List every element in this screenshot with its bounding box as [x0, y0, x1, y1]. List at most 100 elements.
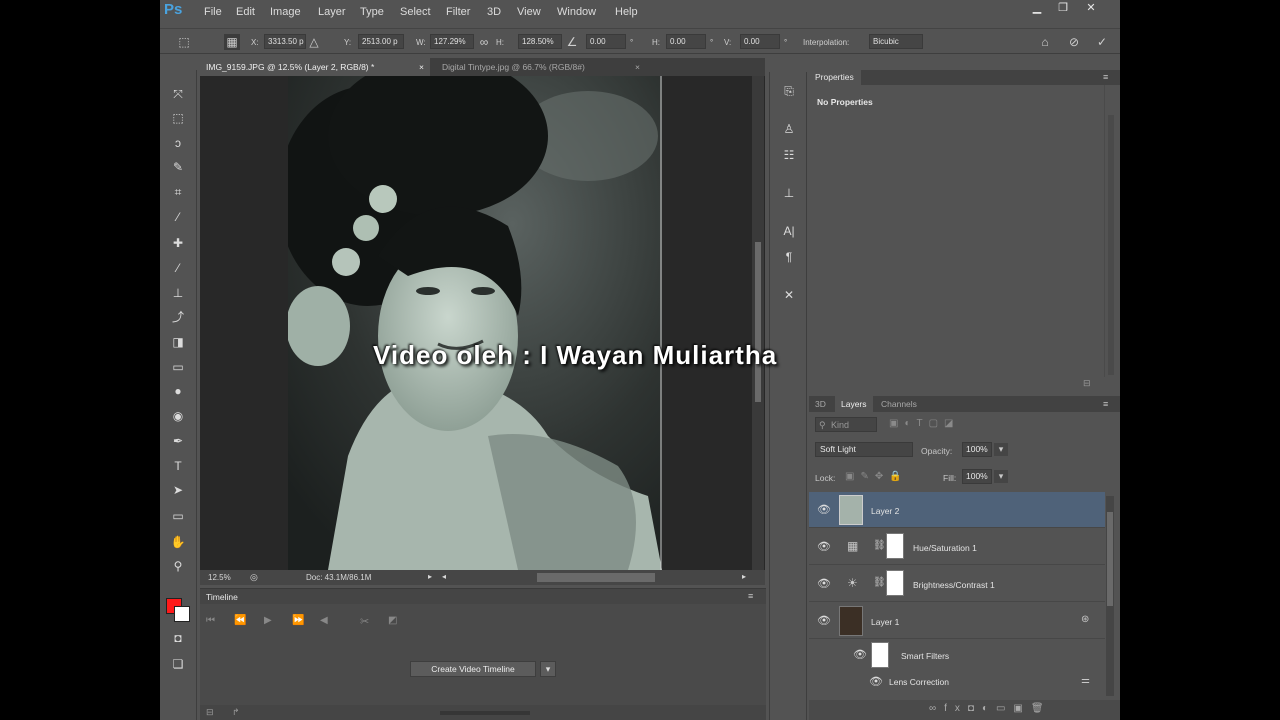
- healing-brush-icon[interactable]: ✚: [168, 233, 188, 253]
- quick-mask-icon[interactable]: ◘: [168, 628, 188, 648]
- smart-filters-row[interactable]: 👁 Smart Filters: [809, 640, 1105, 670]
- blend-mode-select[interactable]: Soft Light: [815, 442, 913, 457]
- scroll-left-icon[interactable]: ◂: [442, 572, 446, 581]
- tab-img-9159[interactable]: IMG_9159.JPG @ 12.5% (Layer 2, RGB/8) * …: [200, 58, 430, 76]
- brush-presets-icon[interactable]: ♙: [780, 120, 798, 138]
- close-window-icon[interactable]: ✕: [1078, 1, 1104, 15]
- panel-menu-icon[interactable]: ≡: [748, 591, 753, 601]
- filter-options-icon[interactable]: ⚌: [1081, 675, 1090, 686]
- background-color-swatch[interactable]: [174, 606, 190, 622]
- render-icon[interactable]: ⊟: [206, 707, 214, 718]
- menu-view[interactable]: View: [517, 6, 541, 18]
- angle-field[interactable]: 0.00: [586, 34, 626, 49]
- adjustments-icon[interactable]: ☷: [780, 146, 798, 164]
- interpolation-select[interactable]: Bicubic: [869, 34, 923, 49]
- tab-layers[interactable]: Layers: [835, 396, 873, 412]
- horizontal-scroll-thumb[interactable]: [537, 573, 655, 582]
- tools-preset-icon[interactable]: ✕: [780, 286, 798, 304]
- clone-stamp-icon[interactable]: ⊥: [168, 283, 188, 303]
- x-field[interactable]: 3313.50 p: [264, 34, 306, 49]
- tab-3d[interactable]: 3D: [809, 396, 832, 412]
- vertical-scroll-thumb[interactable]: [755, 242, 761, 402]
- link-icon[interactable]: ∞: [478, 34, 490, 50]
- timeline-title[interactable]: Timeline: [206, 592, 238, 602]
- scroll-right-icon[interactable]: ▸: [742, 572, 746, 581]
- layer-row-layer-2[interactable]: 👁 Layer 2: [809, 492, 1105, 528]
- menu-edit[interactable]: Edit: [236, 6, 255, 18]
- filter-kind-select[interactable]: ⚲ Kind: [815, 417, 877, 432]
- panel-menu-icon[interactable]: ≡: [1103, 72, 1108, 82]
- visibility-eye-icon[interactable]: 👁: [853, 648, 867, 662]
- cancel-transform-icon[interactable]: ⊘: [1066, 34, 1082, 50]
- chain-link-icon[interactable]: ⛓: [873, 540, 886, 551]
- menu-type[interactable]: Type: [360, 6, 384, 18]
- vskew-field[interactable]: 0.00: [740, 34, 780, 49]
- menu-image[interactable]: Image: [270, 6, 301, 18]
- audio-icon[interactable]: ◀: [320, 615, 328, 626]
- minimize-icon[interactable]: ▁: [1024, 1, 1050, 15]
- step-forward-icon[interactable]: ⏩: [292, 615, 304, 626]
- opacity-field[interactable]: 100%: [962, 442, 992, 457]
- chain-link-icon[interactable]: ⛓: [873, 577, 886, 588]
- visibility-eye-icon[interactable]: 👁: [817, 503, 831, 517]
- smart-filter-mask[interactable]: [871, 642, 889, 668]
- delta-icon[interactable]: △: [308, 34, 320, 50]
- crop-tool-icon[interactable]: ⌗: [168, 182, 188, 202]
- status-arrow-icon[interactable]: ▸: [428, 572, 432, 581]
- opacity-dropdown-icon[interactable]: ▾: [994, 443, 1008, 456]
- pen-tool-icon[interactable]: ✒: [168, 431, 188, 451]
- menu-select[interactable]: Select: [400, 6, 431, 18]
- eraser-tool-icon[interactable]: ◨: [168, 332, 188, 352]
- quick-select-tool-icon[interactable]: ✎: [168, 157, 188, 177]
- visibility-eye-icon[interactable]: 👁: [817, 577, 831, 591]
- hand-tool-icon[interactable]: ✋: [168, 532, 188, 552]
- layer-mask-thumbnail[interactable]: [886, 533, 904, 559]
- screen-mode-icon[interactable]: ❏: [168, 654, 188, 674]
- layer-name[interactable]: Hue/Saturation 1: [913, 543, 977, 553]
- layers-scrollbar[interactable]: [1106, 496, 1114, 696]
- transform-tool-icon[interactable]: ⬚: [176, 34, 192, 50]
- layer-name[interactable]: Smart Filters: [901, 651, 949, 661]
- layer-row-layer-1[interactable]: 👁 Layer 1 ⊛: [809, 603, 1105, 639]
- dodge-tool-icon[interactable]: ◉: [168, 406, 188, 426]
- visibility-eye-icon[interactable]: 👁: [869, 675, 883, 689]
- tab-properties[interactable]: Properties: [809, 70, 861, 85]
- layer-mask-thumbnail[interactable]: [886, 570, 904, 596]
- transition-icon[interactable]: ◩: [388, 615, 397, 626]
- layers-scroll-thumb[interactable]: [1107, 512, 1113, 606]
- menu-3d[interactable]: 3D: [487, 6, 501, 18]
- fill-field[interactable]: 100%: [962, 469, 992, 484]
- close-tab-icon[interactable]: ×: [419, 58, 424, 76]
- canvas-area[interactable]: [200, 76, 765, 570]
- y-field[interactable]: 2513.00 p: [358, 34, 404, 49]
- panel-menu-icon[interactable]: ≡: [1103, 399, 1108, 409]
- marquee-tool-icon[interactable]: ⬚: [168, 108, 188, 128]
- go-first-icon[interactable]: ⏮: [206, 615, 215, 626]
- layer-row-brightness-contrast[interactable]: 👁 ☀ ⛓ Brightness/Contrast 1: [809, 566, 1105, 602]
- vertical-scrollbar[interactable]: [752, 76, 764, 570]
- visibility-eye-icon[interactable]: 👁: [817, 614, 831, 628]
- layer-row-hue-saturation[interactable]: 👁 ▦ ⛓ Hue/Saturation 1: [809, 529, 1105, 565]
- visibility-eye-icon[interactable]: 👁: [817, 540, 831, 554]
- hskew-field[interactable]: 0.00: [666, 34, 706, 49]
- delete-icon[interactable]: ⊟: [1083, 378, 1091, 389]
- zoom-tool-icon[interactable]: ⚲: [168, 556, 188, 576]
- lasso-tool-icon[interactable]: ↄ: [168, 133, 188, 153]
- move-tool-icon[interactable]: ⤧: [168, 84, 188, 104]
- history-icon[interactable]: ⎘: [780, 82, 798, 100]
- zoom-slider[interactable]: [440, 711, 530, 715]
- menu-layer[interactable]: Layer: [318, 6, 346, 18]
- properties-scrollbar[interactable]: [1108, 115, 1114, 375]
- lock-icons[interactable]: ▣✎✥🔒: [845, 471, 908, 482]
- clone-source-icon[interactable]: ⊥: [780, 184, 798, 202]
- play-icon[interactable]: ▶: [264, 615, 272, 626]
- warp-icon[interactable]: ⌂: [1037, 34, 1053, 50]
- character-icon[interactable]: A|: [780, 222, 798, 240]
- w-field[interactable]: 127.29%: [430, 34, 474, 49]
- gradient-tool-icon[interactable]: ▭: [168, 357, 188, 377]
- menu-window[interactable]: Window: [557, 6, 596, 18]
- tab-channels[interactable]: Channels: [875, 396, 923, 412]
- history-brush-icon[interactable]: ⤴: [168, 307, 188, 327]
- reference-point-icon[interactable]: ▦: [224, 34, 240, 50]
- menu-file[interactable]: File: [204, 6, 222, 18]
